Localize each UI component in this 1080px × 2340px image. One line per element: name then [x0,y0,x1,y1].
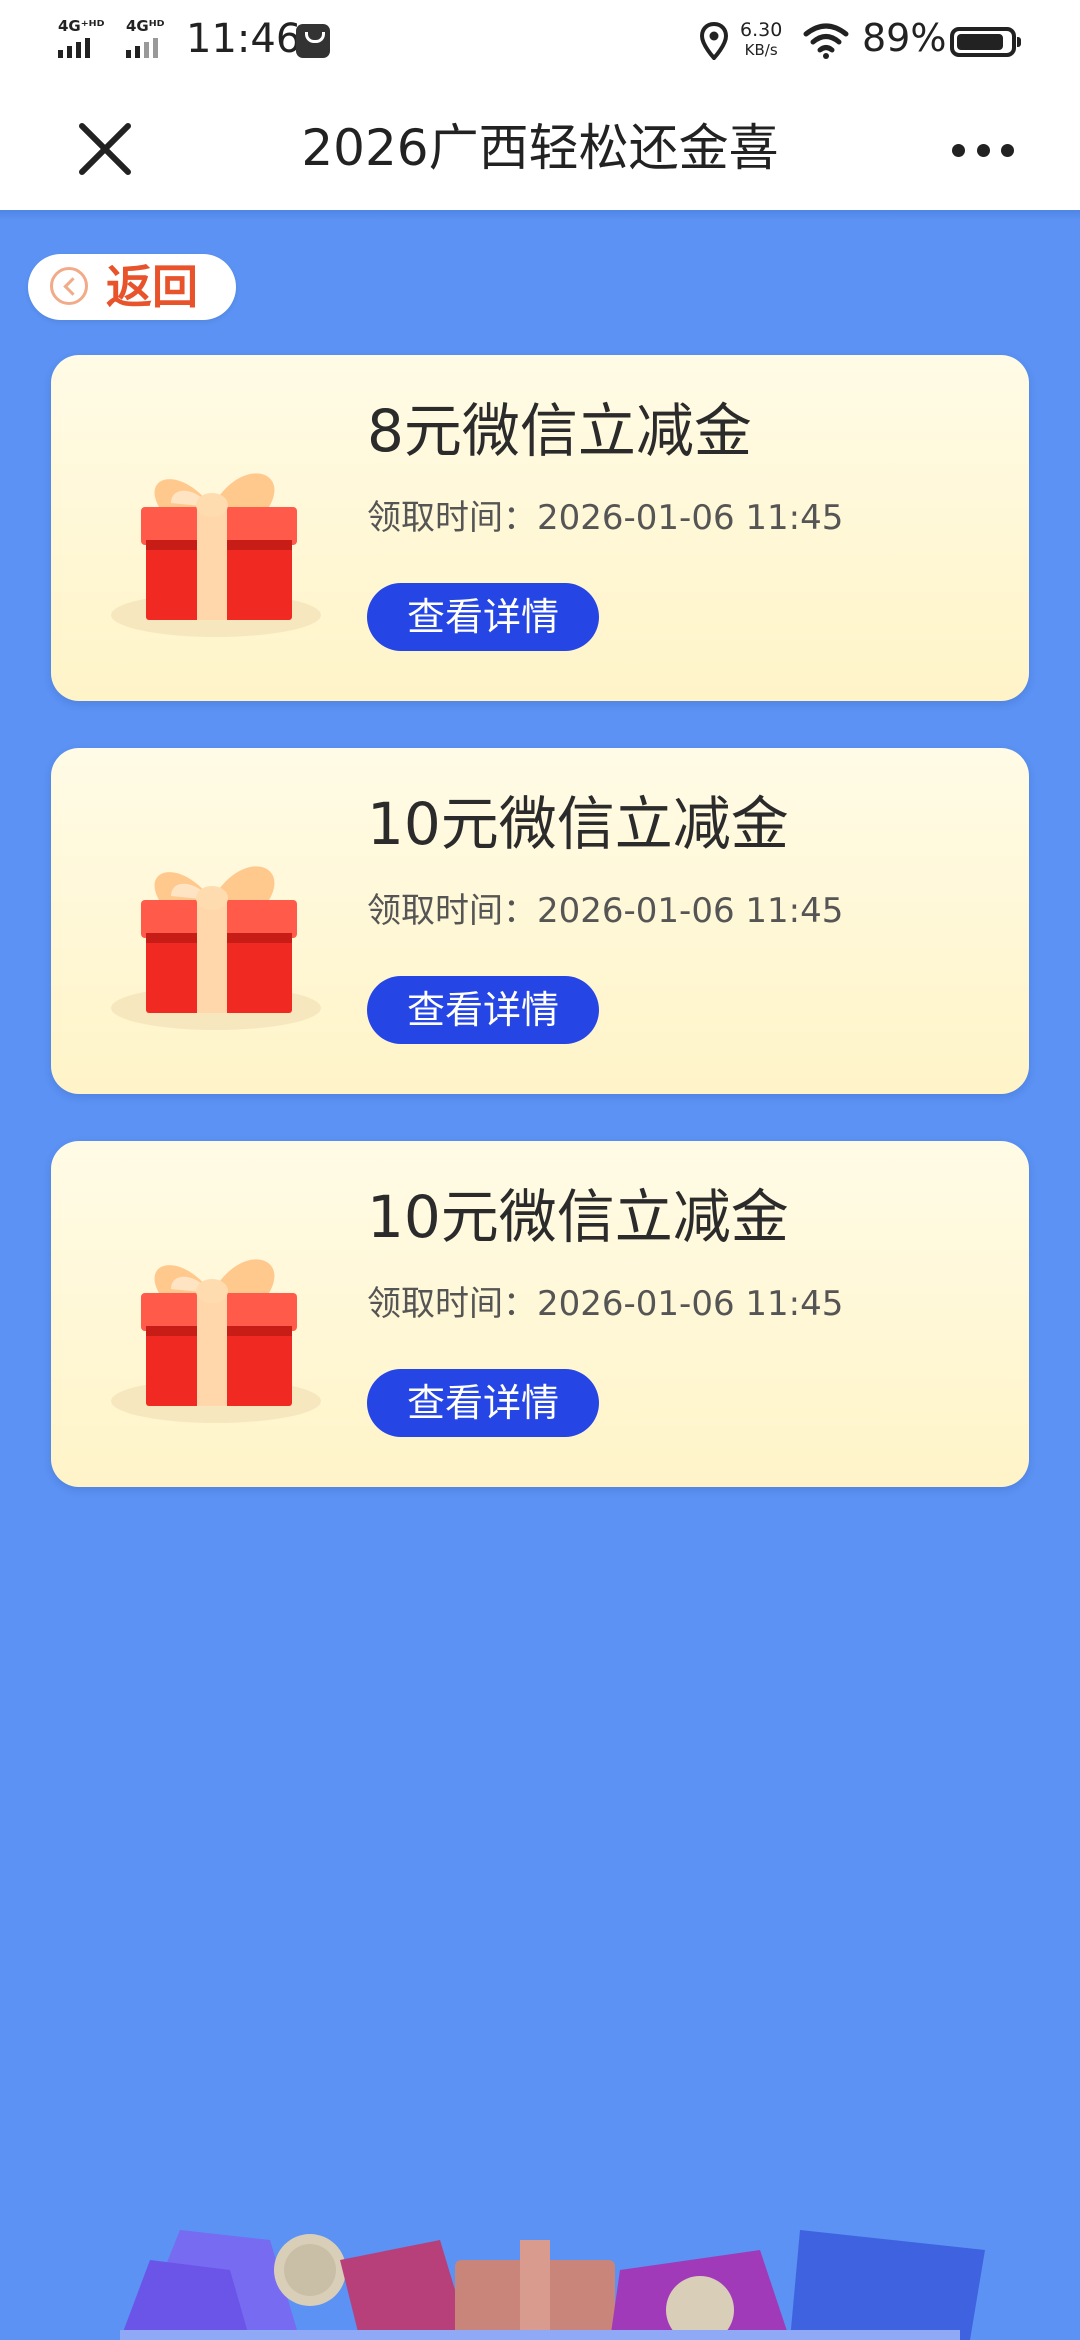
back-button-label: 返回 [106,260,198,314]
reward-time-label: 领取时间： [367,498,537,538]
battery-icon [950,27,1021,57]
view-details-button[interactable]: 查看详情 [367,1369,599,1437]
net-speed-unit: KB/s [744,41,778,59]
signal-2: 4Gᴴᴰ [126,18,165,58]
chevron-left-icon [50,267,88,305]
signal-1: 4G⁺ᴴᴰ [58,18,104,58]
reward-title: 10元微信立减金 [367,1183,789,1251]
location-icon [700,22,728,60]
back-button[interactable]: 返回 [28,254,236,320]
view-details-button[interactable]: 查看详情 [367,583,599,651]
gift-box-icon [111,473,321,637]
more-icon[interactable] [952,130,1014,170]
reward-time-label: 领取时间： [367,1284,537,1324]
signal-icon [58,38,104,58]
signal-1-label: 4G⁺ᴴᴰ [58,17,105,35]
battery-percent: 89% [862,16,947,60]
reward-time-value: 2026-01-06 11:45 [537,891,844,931]
net-speed-value: 6.30 [740,19,783,41]
wifi-icon [803,23,849,59]
clock: 11:46 [186,16,302,62]
page-title: 2026广西轻松还金喜 [301,119,779,177]
signal-2-label: 4Gᴴᴰ [126,17,165,35]
nav-shadow [0,210,1080,220]
reward-time: 领取时间：2026-01-06 11:45 [367,1279,843,1329]
reward-time: 领取时间：2026-01-06 11:45 [367,493,843,543]
status-bar: 4G⁺ᴴᴰ 4Gᴴᴰ 11:46 6.30 KB/s 89% [0,0,1080,86]
gift-box-icon [111,866,321,1030]
view-details-button[interactable]: 查看详情 [367,976,599,1044]
reward-title: 10元微信立减金 [367,790,789,858]
reward-time-label: 领取时间： [367,891,537,931]
reward-card: 10元微信立减金 领取时间：2026-01-06 11:45 查看详情 [51,748,1029,1094]
net-speed: 6.30 KB/s [740,20,782,60]
gifts-decoration-illustration [120,2230,985,2340]
reward-card: 10元微信立减金 领取时间：2026-01-06 11:45 查看详情 [51,1141,1029,1487]
nav-bar: 2026广西轻松还金喜 [0,86,1080,210]
reward-card: 8元微信立减金 领取时间：2026-01-06 11:45 查看详情 [51,355,1029,701]
reward-time: 领取时间：2026-01-06 11:45 [367,886,843,936]
reward-time-value: 2026-01-06 11:45 [537,498,844,538]
signal-icon [126,38,165,58]
gift-box-icon [111,1259,321,1423]
reward-title: 8元微信立减金 [367,397,752,465]
reward-time-value: 2026-01-06 11:45 [537,1284,844,1324]
close-icon[interactable] [74,118,136,180]
shopping-bag-icon [296,24,330,58]
